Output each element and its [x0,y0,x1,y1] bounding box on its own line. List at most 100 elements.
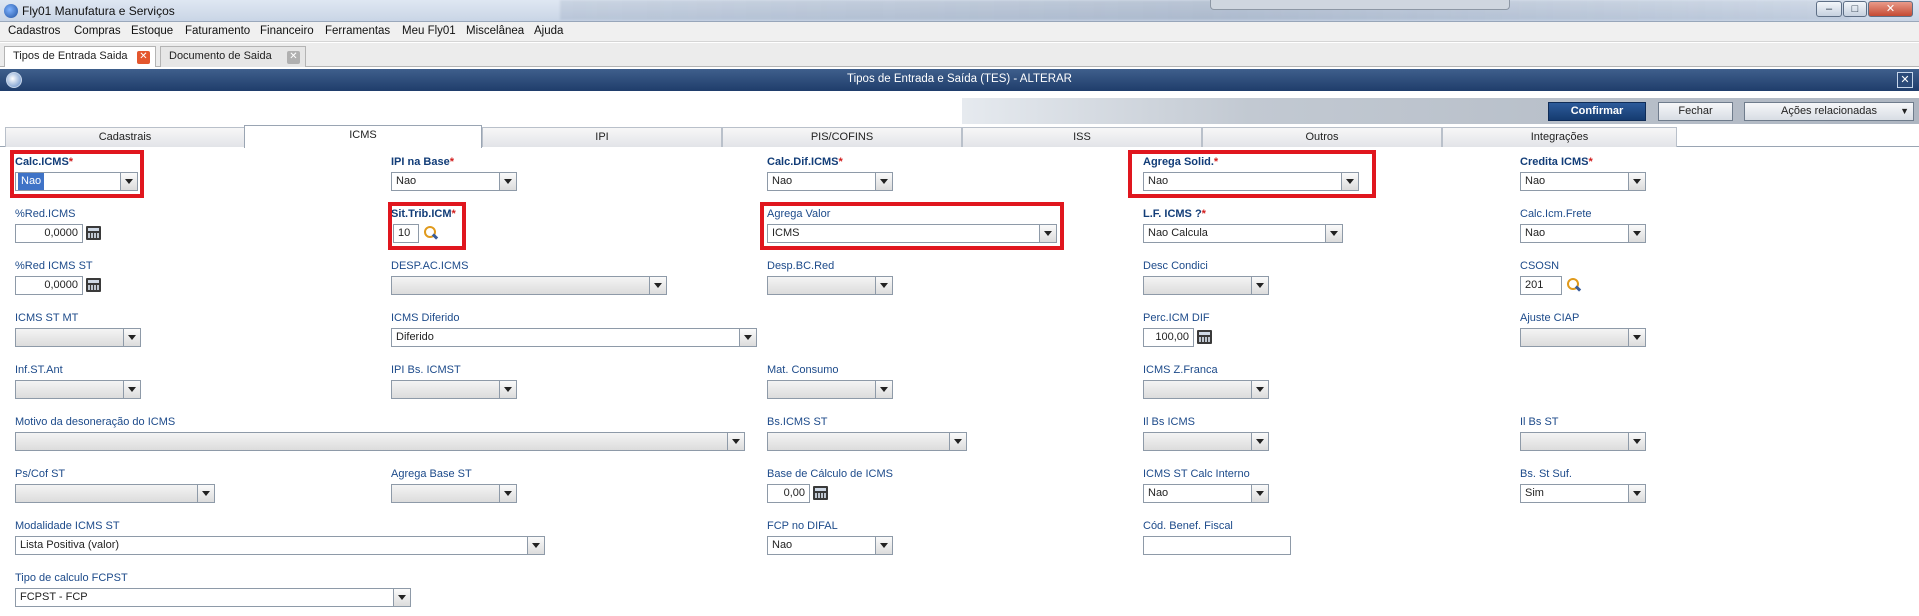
menu-faturamento[interactable]: Faturamento [185,25,250,37]
chevron-down-icon[interactable] [1628,225,1645,242]
ajuste-ciap-select[interactable] [1520,328,1646,347]
chevron-down-icon[interactable] [1251,433,1268,450]
credita-icms-label: Credita ICMS* [1520,156,1593,168]
window-grip[interactable] [1210,0,1510,10]
ii-bs-icms-select[interactable] [1143,432,1269,451]
csosn-input[interactable]: 201 [1520,276,1562,295]
menu-ferramentas[interactable]: Ferramentas [325,25,390,37]
fcp-no-difal-select[interactable]: Nao [767,536,893,555]
ps-cof-st-label: Ps/Cof ST [15,468,66,480]
motivo-desoneracao-select[interactable] [15,432,745,451]
icms-z-franca-select[interactable] [1143,380,1269,399]
calculator-icon[interactable] [813,486,828,500]
tab-cadastrais[interactable]: Cadastrais [5,127,245,147]
calculator-icon[interactable] [86,226,101,240]
menu-ajuda[interactable]: Ajuda [534,25,563,37]
tipo-calculo-fcpst-select[interactable]: FCPST - FCP [15,588,411,607]
chevron-down-icon[interactable] [875,173,892,190]
menu-miscelanea[interactable]: Miscelânea [466,25,524,37]
chevron-down-icon[interactable] [1251,381,1268,398]
chevron-down-icon[interactable] [123,329,140,346]
tipo-calculo-fcpst-label: Tipo de calculo FCPST [15,572,128,584]
menu-financeiro[interactable]: Financeiro [260,25,314,37]
tab-icms[interactable]: ICMS [244,125,482,148]
ipi-na-base-select[interactable]: Nao [391,172,517,191]
bs-st-suf-select[interactable]: Sim [1520,484,1646,503]
chevron-down-icon[interactable] [499,485,516,502]
icms-st-calc-interno-select[interactable]: Nao [1143,484,1269,503]
window-titlebar: Fly01 Manufatura e Serviços – □ ✕ [0,0,1919,22]
tab-iss[interactable]: ISS [962,127,1202,147]
agrega-base-st-select[interactable] [391,484,517,503]
desc-condici-select[interactable] [1143,276,1269,295]
calc-dif-icms-select[interactable]: Nao [767,172,893,191]
chevron-down-icon[interactable] [1251,485,1268,502]
red-icms-st-input[interactable]: 0,0000 [15,276,83,295]
tab-ipi[interactable]: IPI [482,127,722,147]
lf-icms-select[interactable]: Nao Calcula [1143,224,1343,243]
perc-icm-dif-input[interactable]: 100,00 [1143,328,1194,347]
lf-icms-label: L.F. ICMS ?* [1143,208,1206,220]
chevron-down-icon[interactable] [875,277,892,294]
chevron-down-icon[interactable] [649,277,666,294]
confirm-button[interactable]: Confirmar [1548,102,1646,121]
tab-pis-cofins[interactable]: PIS/COFINS [722,127,962,147]
mat-consumo-select[interactable] [767,380,893,399]
inf-st-ant-select[interactable] [15,380,141,399]
ipi-bs-icmst-select[interactable] [391,380,517,399]
chevron-down-icon[interactable] [739,329,756,346]
chevron-down-icon[interactable] [949,433,966,450]
tab-outros[interactable]: Outros [1202,127,1442,147]
chevron-down-icon[interactable] [1628,485,1645,502]
ps-cof-st-select[interactable] [15,484,215,503]
chevron-down-icon[interactable] [527,537,544,554]
related-actions-button[interactable]: Ações relacionadas ▼ [1744,102,1914,121]
agrega-base-st-label: Agrega Base ST [391,468,472,480]
doc-tab-documento-saida[interactable]: Documento de Saida ✕ [160,46,306,67]
chevron-down-icon[interactable] [1628,433,1645,450]
menu-estoque[interactable]: Estoque [131,25,173,37]
base-calculo-icms-input[interactable]: 0,00 [767,484,810,503]
close-tab-icon[interactable]: ✕ [137,51,150,64]
chevron-down-icon[interactable] [727,433,744,450]
ii-bs-st-select[interactable] [1520,432,1646,451]
dialog-close-button[interactable]: ✕ [1897,72,1913,88]
tab-integracoes[interactable]: Integrações [1442,127,1677,147]
chevron-down-icon[interactable] [499,381,516,398]
ipi-na-base-label: IPI na Base* [391,156,454,168]
action-bar: Confirmar Fechar Ações relacionadas ▼ [0,92,1919,124]
credita-icms-select[interactable]: Nao [1520,172,1646,191]
red-icms-input[interactable]: 0,0000 [15,224,83,243]
cod-benef-fiscal-input[interactable] [1143,536,1291,555]
calculator-icon[interactable] [1197,330,1212,344]
menu-meu-fly01[interactable]: Meu Fly01 [402,25,456,37]
modalidade-icms-st-select[interactable]: Lista Positiva (valor) [15,536,545,555]
chevron-down-icon[interactable] [499,173,516,190]
chevron-down-icon[interactable] [197,485,214,502]
bs-icms-st-select[interactable] [767,432,967,451]
menu-cadastros[interactable]: Cadastros [8,25,60,37]
maximize-button[interactable]: □ [1843,1,1867,17]
close-tab-icon[interactable]: ✕ [287,51,300,64]
desp-ac-icms-select[interactable] [391,276,667,295]
base-calculo-icms-label: Base de Cálculo de ICMS [767,468,893,480]
chevron-down-icon[interactable] [393,589,410,606]
menu-compras[interactable]: Compras [74,25,121,37]
search-icon[interactable] [1567,278,1581,292]
chevron-down-icon[interactable] [875,381,892,398]
calculator-icon[interactable] [86,278,101,292]
chevron-down-icon[interactable] [123,381,140,398]
close-form-button[interactable]: Fechar [1658,102,1733,121]
doc-tab-tipos-entrada-saida[interactable]: Tipos de Entrada Saida ✕ [4,46,156,67]
minimize-button[interactable]: – [1816,1,1842,17]
icms-st-mt-select[interactable] [15,328,141,347]
icms-diferido-select[interactable]: Diferido [391,328,757,347]
window-close-button[interactable]: ✕ [1868,1,1913,17]
chevron-down-icon[interactable] [875,537,892,554]
chevron-down-icon[interactable] [1251,277,1268,294]
desp-bc-red-select[interactable] [767,276,893,295]
chevron-down-icon[interactable] [1325,225,1342,242]
chevron-down-icon[interactable] [1628,173,1645,190]
chevron-down-icon[interactable] [1628,329,1645,346]
calc-icm-frete-select[interactable]: Nao [1520,224,1646,243]
